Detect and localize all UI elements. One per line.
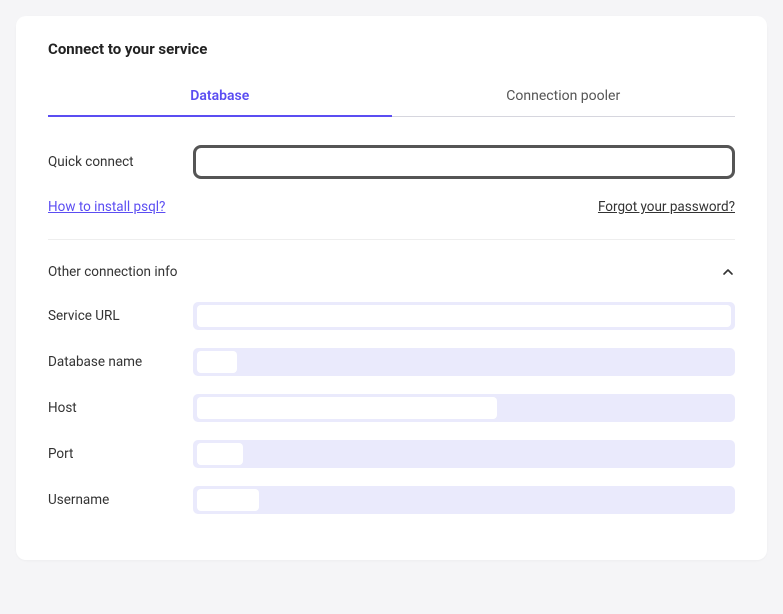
username-row: Username: [48, 486, 735, 514]
host-row: Host: [48, 394, 735, 422]
other-connection-info-header[interactable]: Other connection info: [48, 264, 735, 280]
other-connection-info-title: Other connection info: [48, 264, 177, 280]
quick-connect-label: Quick connect: [48, 154, 193, 170]
username-field[interactable]: [193, 486, 735, 514]
page-title: Connect to your service: [48, 40, 735, 58]
database-name-row: Database name: [48, 348, 735, 376]
database-name-value-placeholder: [197, 351, 237, 373]
chevron-up-icon: [721, 265, 735, 279]
port-field[interactable]: [193, 440, 735, 468]
username-value-placeholder: [197, 489, 259, 511]
host-field[interactable]: [193, 394, 735, 422]
username-label: Username: [48, 492, 193, 508]
tab-connection-pooler[interactable]: Connection pooler: [392, 78, 736, 116]
quick-connect-input[interactable]: [193, 145, 735, 179]
service-url-row: Service URL: [48, 302, 735, 330]
connect-card: Connect to your service Database Connect…: [16, 16, 767, 560]
port-value-placeholder: [197, 443, 243, 465]
host-value-placeholder: [197, 397, 497, 419]
service-url-field[interactable]: [193, 302, 735, 330]
database-name-field[interactable]: [193, 348, 735, 376]
tabs: Database Connection pooler: [48, 78, 735, 117]
links-row: How to install psql? Forgot your passwor…: [48, 199, 735, 215]
host-label: Host: [48, 400, 193, 416]
forgot-password-link[interactable]: Forgot your password?: [598, 199, 735, 215]
port-row: Port: [48, 440, 735, 468]
service-url-label: Service URL: [48, 308, 193, 324]
port-label: Port: [48, 446, 193, 462]
how-to-install-psql-link[interactable]: How to install psql?: [48, 199, 165, 215]
divider: [48, 239, 735, 240]
database-name-label: Database name: [48, 354, 193, 370]
quick-connect-row: Quick connect: [48, 145, 735, 179]
service-url-value-placeholder: [197, 305, 731, 327]
tab-database[interactable]: Database: [48, 78, 392, 116]
